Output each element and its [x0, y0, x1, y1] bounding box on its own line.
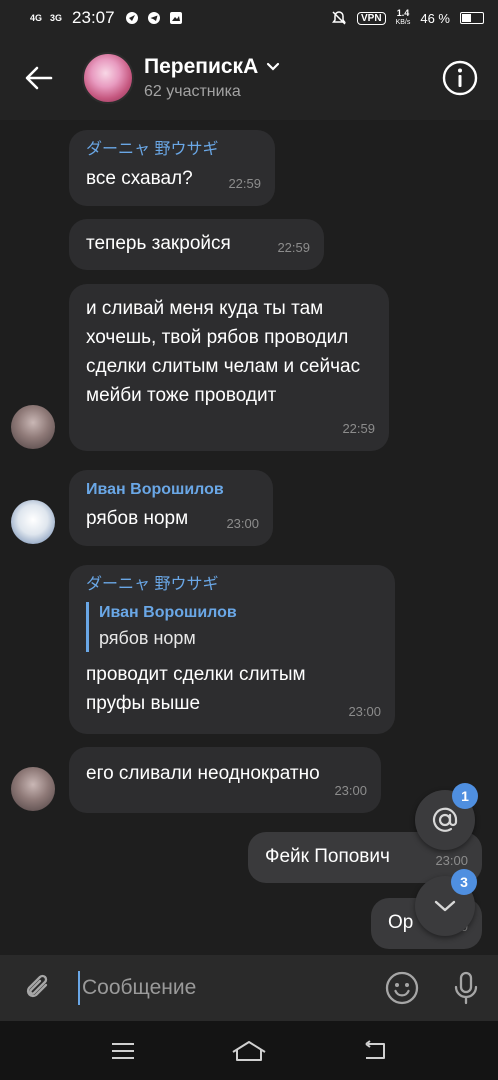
message-text: и сливай меня куда ты там хочешь, твой р…: [86, 298, 361, 406]
telegram-icon: [147, 12, 160, 24]
mute-icon: [332, 11, 346, 25]
attach-button[interactable]: [0, 955, 78, 1021]
reply-text: рябов норм: [99, 628, 196, 648]
user-avatar[interactable]: [11, 500, 55, 544]
message-bubble[interactable]: и сливай меня куда ты там хочешь, твой р…: [69, 284, 389, 451]
battery-percent: 46 %: [420, 10, 450, 26]
message-text: теперь закройся: [86, 233, 231, 254]
message-list[interactable]: ダーニャ 野ウサギ все схавал? 22:59 теперь закро…: [0, 120, 498, 955]
arrow-left-icon: [25, 66, 53, 90]
sender-name[interactable]: ダーニャ 野ウサギ: [86, 574, 379, 596]
message-time: 22:59: [277, 240, 310, 255]
network-4g: 4G: [30, 12, 43, 23]
sender-name[interactable]: Иван Ворошилов: [86, 479, 257, 501]
smiley-icon: [385, 971, 419, 1005]
chat-title-block[interactable]: ПерепискА 62 участника: [144, 55, 280, 101]
message-time: 22:59: [228, 176, 261, 191]
status-right: VPN 1.4 KB/s 46 %: [331, 9, 484, 27]
network-speed: 1.4 KB/s: [395, 8, 411, 27]
message-bubble[interactable]: теперь закройся 22:59: [69, 219, 324, 270]
paperclip-icon: [26, 974, 48, 998]
chat-title: ПерепискА: [144, 55, 259, 78]
chat-avatar[interactable]: [82, 52, 134, 104]
back-button[interactable]: [0, 36, 78, 120]
home-button[interactable]: [219, 1026, 279, 1076]
message-time: 23:00: [226, 516, 259, 531]
sender-name[interactable]: ダーニャ 野ウサギ: [86, 139, 259, 161]
mentions-badge: 1: [452, 783, 478, 809]
voice-button[interactable]: [434, 955, 498, 1021]
back-nav-button[interactable]: [345, 1026, 405, 1076]
chevron-down-icon: [267, 62, 280, 71]
info-icon[interactable]: [442, 60, 478, 96]
unread-badge: 3: [451, 869, 477, 895]
user-avatar[interactable]: [11, 405, 55, 449]
message-input[interactable]: [78, 971, 370, 1005]
gallery-icon: [169, 12, 182, 24]
participants-count: 62 участника: [144, 83, 241, 100]
message-bubble[interactable]: Иван Ворошилов рябов норм 23:00: [69, 470, 273, 546]
notification-icons: [125, 11, 183, 25]
chat-header: ПерепискА 62 участника: [0, 36, 498, 120]
chevron-down-icon: [434, 900, 456, 912]
reply-quote[interactable]: Иван Ворошилов рябов норм: [86, 602, 379, 652]
message-bubble[interactable]: его сливали неоднократно 23:00: [69, 747, 381, 813]
message-time: 23:00: [348, 704, 381, 719]
emoji-button[interactable]: [370, 955, 434, 1021]
message-composer: [0, 955, 498, 1021]
at-sign-icon: [432, 807, 458, 832]
return-icon: [365, 1039, 385, 1059]
network-3g: 3G: [50, 12, 63, 23]
microphone-icon: [454, 971, 478, 1005]
message-bubble[interactable]: ダーニャ 野ウサギ Иван Ворошилов рябов норм пров…: [69, 565, 395, 734]
system-nav-bar: [0, 1021, 498, 1080]
recents-button[interactable]: [93, 1026, 153, 1076]
navigation-icon: [125, 12, 138, 24]
status-time: 23:07: [72, 8, 115, 27]
vpn-badge: VPN: [357, 11, 386, 25]
message-text: его сливали неоднократно: [86, 763, 320, 784]
message-text: проводит сделки слитым пруфы выше: [86, 664, 306, 714]
message-time: 22:59: [342, 421, 375, 436]
reply-sender: Иван Ворошилов: [99, 604, 237, 621]
battery-icon: [460, 12, 484, 24]
menu-icon: [112, 1042, 134, 1059]
message-time: 23:00: [334, 783, 367, 798]
message-bubble[interactable]: ダーニャ 野ウサギ все схавал? 22:59: [69, 130, 275, 206]
user-avatar[interactable]: [11, 767, 55, 811]
status-bar: 4G 3G 23:07 VPN 1.4 KB/s 46 %: [0, 0, 498, 36]
home-icon: [232, 1040, 266, 1061]
